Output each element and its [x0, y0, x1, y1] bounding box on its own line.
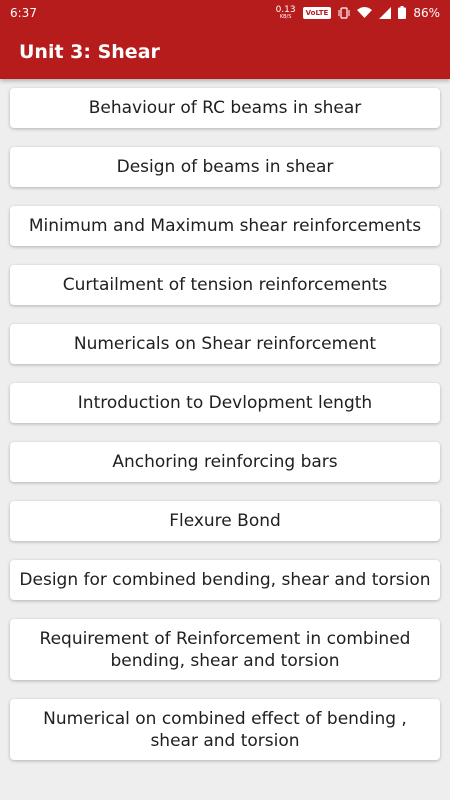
topic-button-anchoring[interactable]: Anchoring reinforcing bars — [10, 442, 440, 482]
topic-label: Numerical on combined effect of bending … — [43, 708, 407, 751]
topic-button-combined-design[interactable]: Design for combined bending, shear and t… — [10, 560, 440, 600]
volte-badge: VoLTE — [302, 6, 332, 19]
topic-list: Behaviour of RC beams in shear Design of… — [0, 79, 450, 760]
network-speed: 0.13 KB/S — [275, 4, 296, 20]
topic-button-combined-numerical[interactable]: Numerical on combined effect of bending … — [10, 699, 440, 760]
topic-label: Flexure Bond — [169, 511, 281, 531]
topic-label: Behaviour of RC beams in shear — [88, 98, 362, 118]
topic-label: Numericals on Shear reinforcement — [73, 334, 377, 354]
topic-label: Requirement of Reinforcement in combined… — [39, 628, 411, 671]
battery-percentage: 86% — [413, 5, 440, 20]
network-speed-unit: KB/S — [279, 13, 292, 20]
topic-label: Design of beams in shear — [116, 157, 334, 177]
topic-button-shear-numericals[interactable]: Numericals on Shear reinforcement — [10, 324, 440, 364]
topic-button-shear-behaviour[interactable]: Behaviour of RC beams in shear — [10, 88, 440, 128]
topic-label: Introduction to Devlopment length — [77, 393, 373, 413]
topic-label: Anchoring reinforcing bars — [112, 452, 338, 472]
topic-label: Minimum and Maximum shear reinforcements — [28, 216, 422, 236]
page-title: Unit 3: Shear — [19, 41, 160, 63]
network-speed-value: 0.13 — [275, 4, 296, 15]
topic-button-beam-design[interactable]: Design of beams in shear — [10, 147, 440, 187]
vibrate-icon — [338, 6, 350, 19]
topic-label: Curtailment of tension reinforcements — [62, 275, 388, 295]
wifi-icon — [357, 6, 373, 19]
topic-button-curtailment[interactable]: Curtailment of tension reinforcements — [10, 265, 440, 305]
topic-button-combined-requirement[interactable]: Requirement of Reinforcement in combined… — [10, 619, 440, 680]
topic-button-flexure-bond[interactable]: Flexure Bond — [10, 501, 440, 541]
topic-button-min-max-reinforcement[interactable]: Minimum and Maximum shear reinforcements — [10, 206, 440, 246]
status-bar: 6:37 0.13 KB/S VoLTE 86% — [0, 0, 450, 25]
app-bar: Unit 3: Shear — [0, 25, 450, 79]
signal-icon — [379, 6, 392, 19]
battery-icon — [398, 6, 407, 19]
topic-label: Design for combined bending, shear and t… — [19, 570, 431, 590]
status-time: 6:37 — [10, 5, 37, 20]
topic-button-development-length[interactable]: Introduction to Devlopment length — [10, 383, 440, 423]
